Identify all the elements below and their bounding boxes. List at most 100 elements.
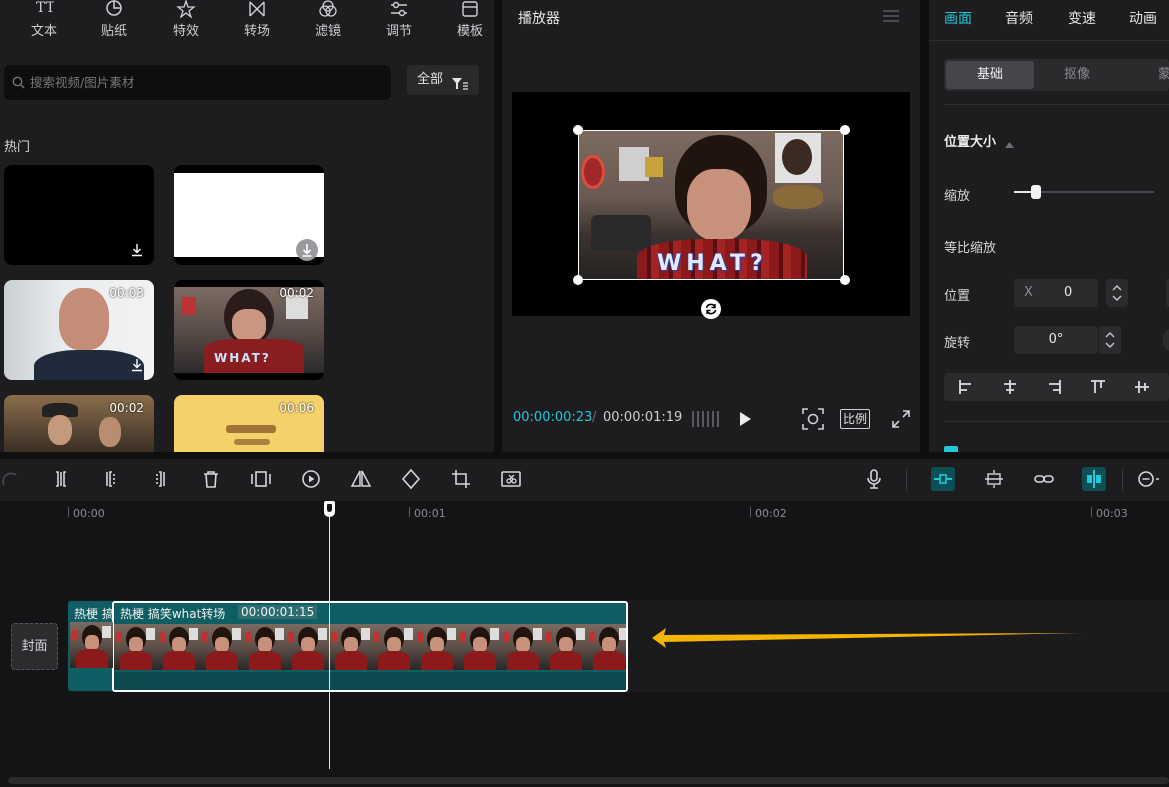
playhead-handle[interactable] — [324, 501, 335, 517]
svg-text:TT: TT — [36, 0, 54, 16]
align-center-horizontal-icon[interactable] — [1002, 379, 1018, 399]
play-icon[interactable] — [738, 410, 752, 432]
sub-tabs: 基础 抠像 蒙 — [944, 59, 1169, 91]
filmstrip-frame — [157, 624, 200, 670]
category-adjust[interactable]: 调节 — [369, 0, 429, 42]
zoom-out-icon[interactable] — [1135, 467, 1159, 491]
ruler-tick-label: 00:03 — [1096, 507, 1128, 520]
clip-a-label: 热梗 搞 — [74, 607, 114, 621]
cover-button[interactable]: 封面 — [11, 623, 58, 670]
sub-tab-cutout[interactable]: 抠像 — [1064, 61, 1104, 89]
divider — [944, 421, 1169, 422]
align-top-icon[interactable] — [1090, 379, 1106, 399]
align-center-vertical-icon[interactable] — [1134, 379, 1150, 399]
filmstrip-frame — [70, 622, 113, 668]
effects-icon — [156, 0, 216, 20]
media-item-white[interactable] — [174, 165, 324, 265]
player-panel: 播放器 WHAT? 00:00:00:23 / 00:00:01:19 比例 — [502, 0, 920, 452]
fullscreen-focus-icon[interactable] — [802, 408, 824, 434]
resize-handle-bottom-left[interactable] — [573, 275, 583, 285]
link-icon[interactable] — [1032, 467, 1056, 491]
split-left-icon[interactable] — [99, 467, 123, 491]
download-icon[interactable] — [130, 358, 144, 372]
preview-canvas[interactable]: WHAT? — [512, 92, 910, 319]
media-panel: TT 文本 贴纸 特效 转场 滤镜 调节 模板 搜索视频/图片素材 全部 热门 … — [0, 0, 494, 452]
sub-tab-basic[interactable]: 基础 — [946, 61, 1034, 89]
rotate-icon[interactable] — [399, 467, 423, 491]
timeline-toolbar — [0, 459, 1169, 501]
smart-cut-icon[interactable] — [499, 467, 523, 491]
category-text[interactable]: TT 文本 — [14, 0, 74, 42]
video-frame[interactable]: WHAT? — [578, 130, 844, 280]
media-item-yellow[interactable]: 00:06 — [174, 395, 324, 452]
rotation-field[interactable]: 0° — [1014, 326, 1098, 354]
timeline-ruler[interactable] — [68, 503, 1169, 517]
crop-icon[interactable] — [449, 467, 473, 491]
uniform-scale-label: 等比缩放 — [944, 241, 997, 256]
template-icon — [440, 0, 500, 20]
auto-snap-icon[interactable] — [982, 467, 1006, 491]
timeline-panel: 00:00 00:01 00:02 00:03 封面 热梗 搞 热梗 搞笑wha… — [0, 459, 1169, 787]
filter-button[interactable]: 全部 — [407, 65, 479, 95]
redo-icon[interactable] — [0, 467, 24, 491]
split-right-icon[interactable] — [148, 467, 172, 491]
clip-b-selected[interactable]: 热梗 搞笑what转场 00:00:01:15 — [112, 601, 628, 692]
filmstrip-frame — [587, 624, 626, 670]
microphone-icon[interactable] — [862, 467, 886, 491]
category-effects[interactable]: 特效 — [156, 0, 216, 42]
section-title: 位置大小 — [944, 135, 997, 150]
video-caption: WHAT? — [214, 351, 271, 365]
category-sticker[interactable]: 贴纸 — [84, 0, 144, 42]
position-x-field[interactable]: X 0 — [1014, 279, 1098, 307]
media-item-man[interactable]: 00:03 — [4, 280, 154, 380]
tab-animation[interactable]: 动画 — [1129, 8, 1157, 28]
rotation-label: 旋转 — [944, 336, 971, 351]
resize-handle-top-right[interactable] — [840, 125, 850, 135]
divider — [944, 104, 1169, 105]
tab-screen[interactable]: 画面 — [944, 8, 972, 28]
playhead-line[interactable] — [329, 511, 330, 769]
category-template[interactable]: 模板 — [440, 0, 500, 42]
position-x-value: 0 — [1064, 285, 1073, 300]
resize-handle-top-left[interactable] — [573, 125, 583, 135]
media-item-black[interactable] — [4, 165, 154, 265]
position-x-stepper[interactable] — [1106, 279, 1128, 307]
rotation-stepper[interactable] — [1099, 326, 1121, 354]
filmstrip-frame — [243, 624, 286, 670]
horizontal-scrollbar[interactable] — [8, 777, 1169, 784]
media-item-crowd[interactable]: 00:02 — [4, 395, 154, 452]
sub-tab-mask[interactable]: 蒙 — [1158, 61, 1169, 89]
delete-icon[interactable] — [199, 467, 223, 491]
align-toolbar — [944, 373, 1169, 401]
collapse-icon[interactable] — [1005, 137, 1014, 152]
category-filter[interactable]: 滤镜 — [298, 0, 358, 42]
preview-axis-icon[interactable] — [1082, 467, 1106, 491]
properties-panel: 画面 音频 变速 动画 基础 抠像 蒙 位置大小 缩放 等比缩放 位置 X 0 … — [929, 0, 1169, 452]
tab-speed[interactable]: 变速 — [1068, 8, 1096, 28]
mirror-icon[interactable] — [349, 467, 373, 491]
align-left-icon[interactable] — [958, 379, 974, 399]
expand-icon[interactable] — [892, 410, 910, 432]
reverse-play-icon[interactable] — [299, 467, 323, 491]
filmstrip-frame — [501, 624, 544, 670]
mix-checkbox[interactable] — [944, 446, 958, 452]
search-input[interactable] — [30, 65, 380, 100]
media-item-what[interactable]: WHAT? 00:02 — [174, 280, 324, 380]
category-transition[interactable]: 转场 — [227, 0, 287, 42]
section-title: 热门 — [4, 140, 31, 155]
resize-handle-bottom-right[interactable] — [840, 275, 850, 285]
freeze-frame-icon[interactable] — [249, 467, 273, 491]
main-track-magnet-icon[interactable] — [931, 467, 955, 491]
scale-slider-knob[interactable] — [1031, 185, 1042, 199]
scale-slider-track[interactable] — [1014, 185, 1154, 199]
rotate-handle-icon[interactable] — [701, 299, 721, 319]
menu-icon[interactable] — [883, 9, 899, 27]
align-right-icon[interactable] — [1046, 379, 1062, 399]
tab-audio[interactable]: 音频 — [1005, 8, 1033, 28]
rotation-dial[interactable] — [1163, 328, 1169, 352]
ratio-button[interactable]: 比例 — [840, 409, 871, 429]
download-icon[interactable] — [130, 243, 144, 257]
split-icon[interactable] — [49, 467, 73, 491]
waveform-icon[interactable] — [691, 409, 719, 433]
download-icon[interactable] — [296, 239, 318, 261]
